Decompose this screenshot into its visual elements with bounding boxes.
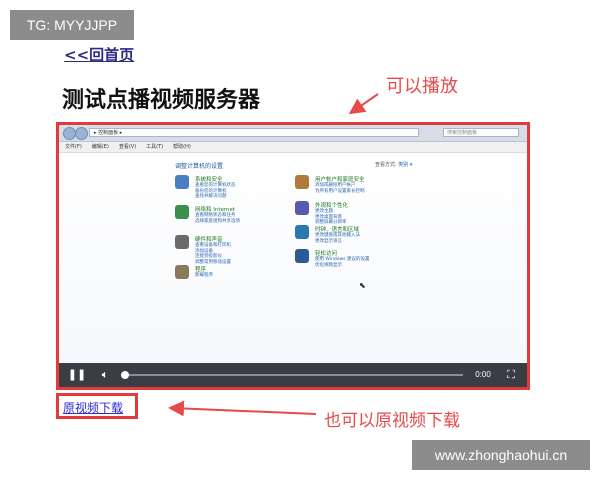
menu-item: 文件(F) xyxy=(65,144,82,150)
download-original-link[interactable]: 原视频下载 xyxy=(63,399,123,416)
programs-icon xyxy=(175,265,189,279)
view-by-value: 类别 ▾ xyxy=(398,162,413,168)
clock-icon xyxy=(295,225,309,239)
back-home-link[interactable]: <<回首页 xyxy=(64,44,134,65)
progress-knob[interactable] xyxy=(121,371,129,379)
view-by-label: 查看方式: xyxy=(375,162,397,168)
category-link: 调整常用移动设置 xyxy=(195,259,231,265)
users-icon xyxy=(295,175,309,189)
control-panel-category: 轻松访问 使用 Windows 建议的设置 优化视频显示 xyxy=(295,249,445,279)
window-menubar: 文件(F) 编辑(E) 查看(V) 工具(T) 帮助(H) xyxy=(59,142,527,153)
control-panel-heading: 调整计算机的设置 xyxy=(175,163,224,170)
category-link: 查找并解决问题 xyxy=(195,194,227,199)
address-bar: ▸ 控制面板 ▸ xyxy=(89,128,419,137)
fullscreen-icon[interactable]: ⛶ xyxy=(501,363,521,387)
search-box: 搜索控制面板 xyxy=(443,128,519,137)
category-link: 为所有用户设置家长控制 xyxy=(315,188,365,194)
mouse-cursor-icon: ⬉ xyxy=(359,281,366,290)
page-title: 测试点播视频服务器 xyxy=(62,88,261,113)
appearance-icon xyxy=(295,201,309,215)
category-link: 卸载程序 xyxy=(195,273,213,278)
category-link: 优化视频显示 xyxy=(315,262,342,268)
download-box: 原视频下载 xyxy=(56,393,138,419)
accessibility-icon xyxy=(295,249,309,263)
menu-item: 查看(V) xyxy=(118,144,137,150)
forward-arrow-icon xyxy=(75,127,88,140)
shield-icon xyxy=(175,175,189,189)
menu-item: 帮助(H) xyxy=(173,144,191,150)
video-screen[interactable]: ▸ 控制面板 ▸ 搜索控制面板 文件(F) 编辑(E) 查看(V) 工具(T) 帮助(H… xyxy=(59,125,527,363)
video-player[interactable]: ▸ 控制面板 ▸ 搜索控制面板 文件(F) 编辑(E) 查看(V) 工具(T) 帮助(H… xyxy=(56,122,530,390)
window-titlebar: ▸ 控制面板 ▸ 搜索控制面板 xyxy=(59,125,527,142)
printer-icon xyxy=(175,235,189,249)
arrow-to-download xyxy=(168,400,317,417)
category-link: 更改显示语言 xyxy=(315,238,342,244)
menu-item: 工具(T) xyxy=(146,144,164,150)
annotation-downloadable: 也可以原视频下载 xyxy=(324,411,460,431)
progress-track[interactable] xyxy=(123,374,463,376)
menu-item: 编辑(E) xyxy=(91,144,109,150)
video-controls: ❚❚ 🔈︎ 0:00 ⛶ xyxy=(59,363,527,387)
annotation-playable: 可以播放 xyxy=(386,76,458,97)
view-by: 查看方式: 类别 ▾ xyxy=(375,161,412,168)
pause-icon[interactable]: ❚❚ xyxy=(67,363,87,387)
arrow-to-video xyxy=(348,93,379,115)
watermark: www.zhonghaohui.cn xyxy=(412,440,590,470)
tg-badge: TG: MYYJJPP xyxy=(10,10,134,40)
volume-icon[interactable]: 🔈︎ xyxy=(95,363,115,387)
globe-icon xyxy=(175,205,189,219)
control-panel-content: 调整计算机的设置 查看方式: 类别 ▾ 系统和安全 查看您的计算机状态 备份您的计算… xyxy=(59,153,527,363)
time-label: 0:00 xyxy=(475,370,491,379)
category-link: 选择家庭组和共享选项 xyxy=(195,218,240,224)
